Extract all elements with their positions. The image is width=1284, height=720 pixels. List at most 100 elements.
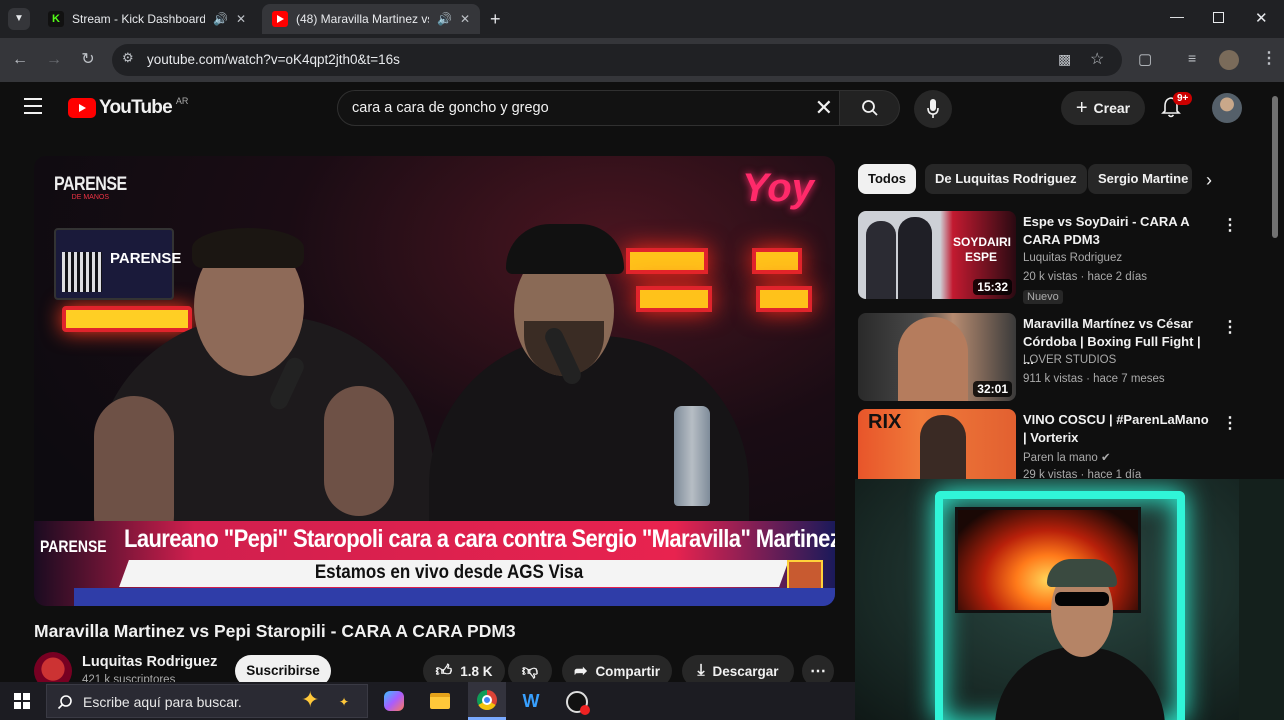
chrome-icon bbox=[477, 690, 497, 710]
related-channel-label: Paren la mano bbox=[1023, 452, 1098, 464]
search-icon bbox=[862, 100, 878, 116]
video-player[interactable]: Yoy PARENSE DE MANOS PARENSE Laureano "P… bbox=[34, 156, 835, 606]
video-thumbnail[interactable]: RIX bbox=[858, 409, 1016, 479]
new-badge: Nuevo bbox=[1023, 290, 1063, 304]
url-text: youtube.com/watch?v=oK4qpt2jth0&t=16s bbox=[147, 52, 400, 67]
tv-screen-fireplace bbox=[955, 507, 1141, 613]
page-scrollbar[interactable] bbox=[1272, 96, 1278, 238]
related-video-item[interactable]: 32:01 Maravilla Martínez vs César Córdob… bbox=[858, 313, 1238, 405]
speaker-icon[interactable]: 🔊 bbox=[437, 12, 452, 26]
search-icon bbox=[57, 695, 72, 710]
verified-check-icon: ✔ bbox=[1101, 452, 1111, 464]
video-duration: 32:01 bbox=[973, 381, 1012, 397]
chrome-app-button[interactable] bbox=[468, 682, 506, 720]
microphone-icon bbox=[927, 99, 939, 118]
close-tab-icon[interactable]: ✕ bbox=[460, 12, 470, 26]
search-input[interactable]: cara a cara de goncho y grego ✕ bbox=[337, 90, 840, 126]
sunglasses-icon bbox=[1055, 592, 1109, 606]
plus-icon: + bbox=[1075, 96, 1088, 119]
share-label: Compartir bbox=[595, 663, 660, 679]
clear-search-icon[interactable]: ✕ bbox=[815, 95, 833, 121]
related-video-meta: 20 k vistas · hace 2 días bbox=[1023, 271, 1148, 283]
profile-avatar[interactable] bbox=[1219, 50, 1239, 70]
stage-light-panel bbox=[636, 286, 712, 312]
related-video-title: Espe vs SoyDairi - CARA A CARA PDM3 bbox=[1023, 214, 1190, 247]
windows-start-icon[interactable] bbox=[14, 693, 30, 709]
download-icon: ⤓ bbox=[697, 662, 705, 679]
video-title: Maravilla Martinez vs Pepi Staropili - C… bbox=[34, 621, 516, 641]
browser-tab-kick[interactable]: K Stream - Kick Dashboard 🔊 ✕ bbox=[38, 4, 256, 34]
install-app-icon[interactable]: ▩ bbox=[1058, 51, 1071, 68]
channel-watermark-logo: Yoy bbox=[742, 166, 814, 210]
more-options-icon[interactable]: ⋮ bbox=[1222, 215, 1238, 235]
back-arrow-icon[interactable]: ← bbox=[10, 50, 30, 70]
chip-from-channel[interactable]: De Luquitas Rodriguez bbox=[925, 164, 1087, 194]
file-explorer-icon[interactable] bbox=[430, 693, 450, 709]
notification-count-badge: 9+ bbox=[1173, 92, 1193, 105]
youtube-play-icon bbox=[68, 98, 96, 118]
share-icon: ➦ bbox=[574, 663, 588, 680]
create-button[interactable]: + Crear bbox=[1061, 91, 1145, 125]
reload-icon[interactable]: ↻ bbox=[78, 50, 98, 70]
kick-favicon-icon: K bbox=[48, 11, 64, 27]
related-video-meta: 29 k vistas · hace 1 día bbox=[1023, 469, 1142, 479]
video-thumbnail[interactable]: 32:01 bbox=[858, 313, 1016, 401]
youtube-logo[interactable]: YouTube AR bbox=[68, 96, 189, 119]
address-bar[interactable]: ⚙ youtube.com/watch?v=oK4qpt2jth0&t=16s … bbox=[112, 44, 1122, 76]
new-tab-icon[interactable]: + bbox=[490, 9, 501, 30]
stage-light-panel bbox=[62, 306, 192, 332]
webex-app-icon[interactable]: W bbox=[520, 691, 542, 711]
forward-arrow-icon[interactable]: → bbox=[44, 50, 64, 70]
windows-taskbar: Escribe aquí para buscar. ✦ ✦ W bbox=[0, 682, 855, 720]
extensions-icon[interactable]: ▢ bbox=[1138, 50, 1152, 68]
reading-list-icon[interactable]: ≡ bbox=[1188, 50, 1196, 66]
obs-app-icon[interactable] bbox=[566, 691, 590, 715]
related-video-item[interactable]: SOYDAIRI ESPE 15:32 Espe vs SoyDairi - C… bbox=[858, 211, 1238, 304]
video-thumbnail[interactable]: SOYDAIRI ESPE 15:32 bbox=[858, 211, 1016, 299]
minimize-icon[interactable]: — bbox=[1170, 8, 1184, 24]
create-label: Crear bbox=[1093, 100, 1131, 116]
speaker-icon[interactable]: 🔊 bbox=[213, 12, 228, 26]
more-options-icon[interactable]: ⋮ bbox=[1222, 413, 1238, 433]
show-logo-text: PARENSE bbox=[54, 174, 127, 195]
thumb-person bbox=[866, 221, 896, 299]
chip-sergio[interactable]: Sergio Martine bbox=[1088, 164, 1192, 194]
lower-third-logo: PARENSE bbox=[40, 536, 107, 555]
copilot-app-icon[interactable] bbox=[384, 691, 404, 711]
browser-menu-icon[interactable]: ⋮ bbox=[1261, 48, 1277, 68]
like-count: 1.8 K bbox=[460, 663, 493, 679]
voice-search-button[interactable] bbox=[914, 90, 952, 128]
channel-name[interactable]: Luquitas Rodriguez bbox=[82, 654, 217, 670]
lower-third-strip bbox=[74, 588, 835, 606]
close-tab-icon[interactable]: ✕ bbox=[236, 12, 246, 26]
notifications-button[interactable]: 9+ bbox=[1160, 92, 1193, 123]
more-options-icon[interactable]: ⋮ bbox=[1222, 317, 1238, 337]
stage-light-panel bbox=[752, 248, 802, 274]
download-label: Descargar bbox=[712, 663, 779, 679]
screen-logo-text: PARENSE bbox=[110, 250, 182, 267]
site-info-icon[interactable]: ⚙ bbox=[122, 50, 134, 66]
wall-plant bbox=[1239, 479, 1284, 720]
restore-icon[interactable] bbox=[1213, 12, 1224, 23]
account-avatar[interactable] bbox=[1212, 93, 1242, 123]
qr-code-screen: PARENSE bbox=[54, 228, 181, 300]
related-video-item[interactable]: RIX VINO COSCU | #ParenLaMano | Vorterix… bbox=[858, 409, 1238, 479]
tab-label: (48) Maravilla Martinez vs P bbox=[296, 12, 429, 26]
search-button[interactable] bbox=[840, 90, 900, 126]
region-code: AR bbox=[175, 96, 189, 106]
copilot-sparkle-icon: ✦ bbox=[339, 695, 350, 709]
browser-tab-youtube[interactable]: (48) Maravilla Martinez vs P 🔊 ✕ bbox=[262, 4, 480, 34]
chip-all[interactable]: Todos bbox=[858, 164, 917, 194]
bookmark-star-icon[interactable]: ☆ bbox=[1090, 49, 1104, 69]
hamburger-menu-icon[interactable] bbox=[24, 98, 42, 114]
chips-next-arrow-icon[interactable]: › bbox=[1206, 170, 1212, 191]
tab-list-dropdown-button[interactable]: ▼ bbox=[8, 8, 30, 30]
thumb-text: SOYDAIRI ESPE bbox=[953, 235, 1012, 264]
show-logo: PARENSE DE MANOS bbox=[54, 174, 127, 201]
taskbar-search-box[interactable]: Escribe aquí para buscar. ✦ ✦ bbox=[46, 684, 368, 718]
close-window-icon[interactable]: ✕ bbox=[1255, 9, 1268, 27]
thumb-person bbox=[920, 415, 966, 479]
related-channel-name: Paren la mano ✔ bbox=[1023, 450, 1111, 464]
thumbs-up-icon: 👍︎ bbox=[435, 662, 453, 680]
webcam-overlay bbox=[855, 479, 1284, 720]
